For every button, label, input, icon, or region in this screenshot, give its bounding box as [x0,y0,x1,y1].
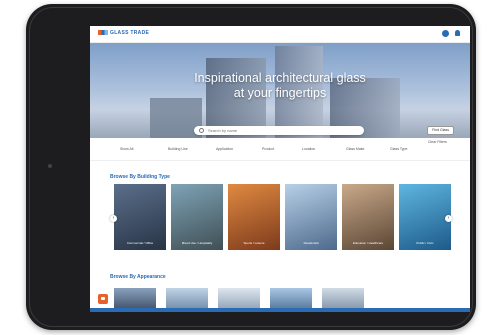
hero-title-line1: Inspirational architectural glass [194,71,366,85]
site-logo[interactable]: GLASS TRADE [98,30,149,36]
search-icon [199,128,204,133]
building-card-label: Public / Civic [416,241,434,245]
filter-building-use[interactable]: Building Use [168,147,188,151]
filter-location[interactable]: Location [302,147,315,151]
search-bar[interactable] [194,126,364,135]
filter-bar: Show All Building Use Application Produc… [90,138,470,161]
find-glass-button[interactable]: Find Glass [427,126,454,135]
building-card[interactable]: Sports / Leisure [228,184,280,250]
carousel-prev-arrow-icon[interactable]: ‹ [110,215,117,222]
building-card-label: Mixed Use / Hospitality [181,241,213,245]
building-card-label: Sports / Leisure [243,241,265,245]
hero-banner: Inspirational architectural glass at you… [90,43,470,138]
building-card[interactable]: Residential [285,184,337,250]
building-card[interactable]: Public / Civic [399,184,451,250]
filter-show-all[interactable]: Show All [120,147,133,151]
section-title-building-type: Browse By Building Type [110,174,170,180]
chat-icon[interactable] [98,294,108,304]
screen: GLASS TRADE Inspirational architectural … [90,26,470,312]
tablet-frame: GLASS TRADE Inspirational architectural … [26,4,476,330]
building-card[interactable]: Education / Healthcare [342,184,394,250]
search-input[interactable] [208,127,348,134]
logo-text: GLASS TRADE [110,30,150,36]
user-icon[interactable] [455,30,460,36]
carousel-next-arrow-icon[interactable]: › [445,215,452,222]
building-type-carousel: Commercial / Office Mixed Use / Hospital… [114,184,452,250]
camera-icon [48,164,52,168]
building-card[interactable]: Mixed Use / Hospitality [171,184,223,250]
logo-mark-icon [98,30,108,36]
building-card-label: Education / Healthcare [352,241,384,245]
clear-filters-link[interactable]: Clear Filters [428,140,447,144]
filter-product[interactable]: Product [262,147,274,151]
globe-icon[interactable] [442,30,449,37]
hero-title-line2: at your fingertips [233,86,327,100]
footer-bar [90,308,470,312]
section-title-appearance: Browse By Appearance [110,274,166,280]
filter-application[interactable]: Application [216,147,233,151]
building-card-label: Residential [303,241,319,245]
building-card-label: Commercial / Office [126,241,154,245]
top-bar: GLASS TRADE [90,26,470,43]
building-card[interactable]: Commercial / Office [114,184,166,250]
filter-glass-make[interactable]: Glass Make [346,147,364,151]
filter-glass-type[interactable]: Glass Type [390,147,407,151]
top-icons [442,30,460,37]
hero-title: Inspirational architectural glass at you… [90,71,470,101]
